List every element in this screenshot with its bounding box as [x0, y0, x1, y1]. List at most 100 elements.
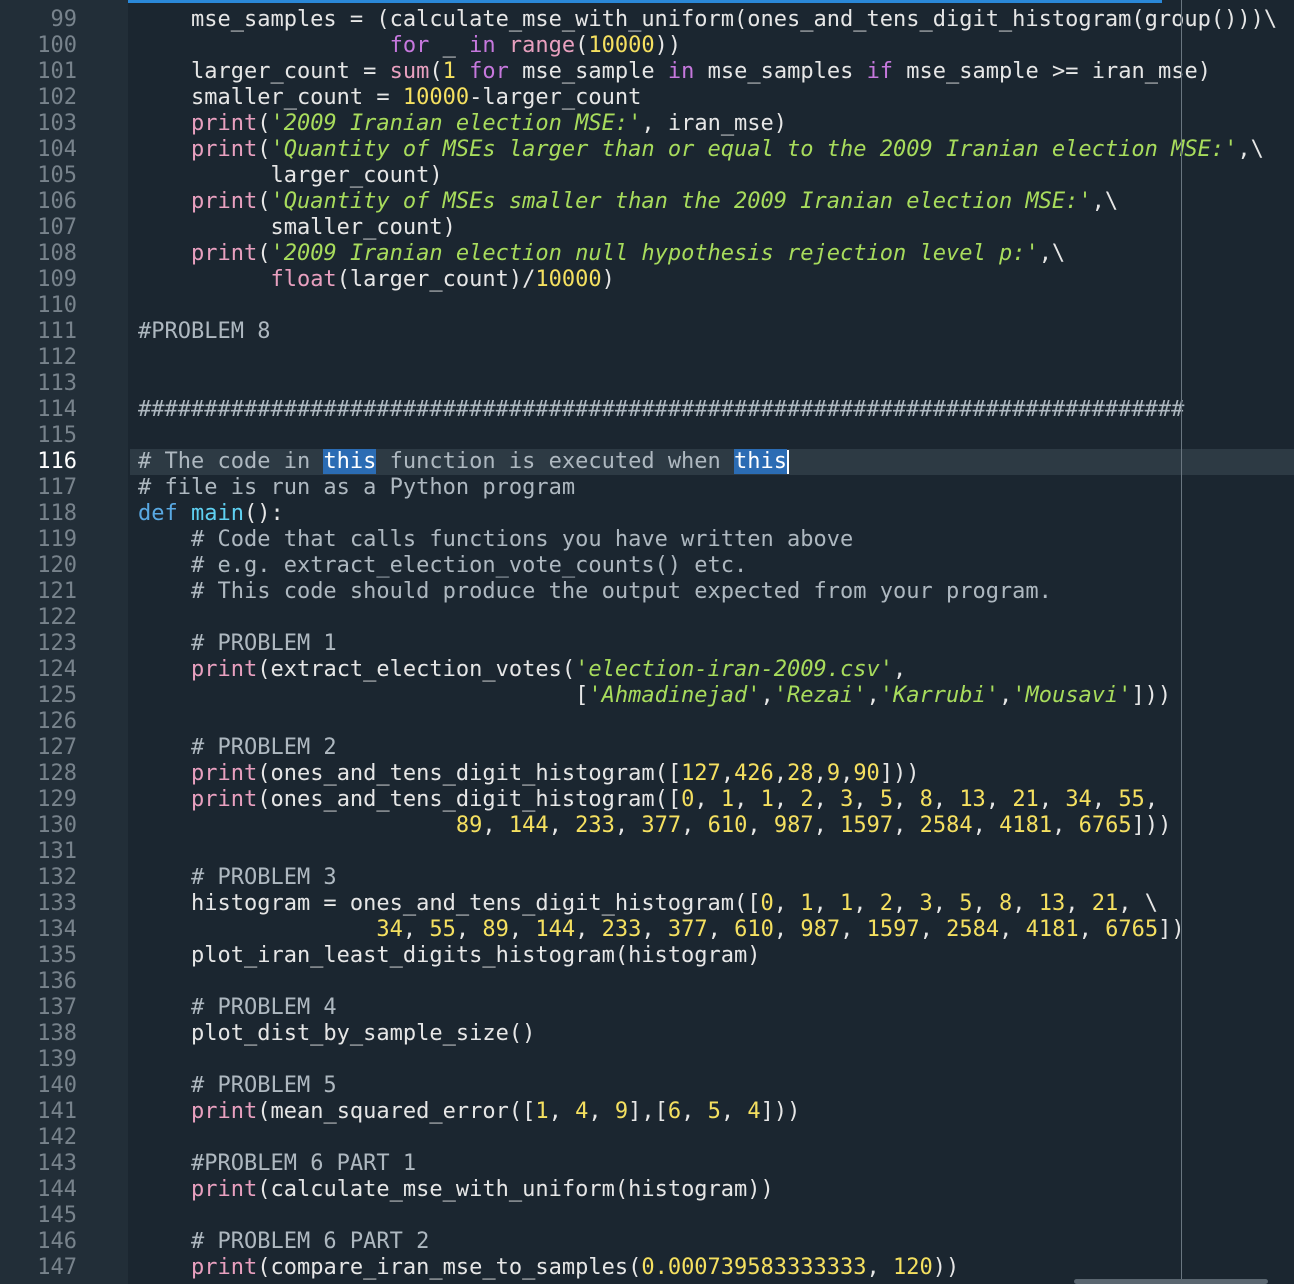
- code-line[interactable]: for _ in range(10000)): [138, 33, 681, 59]
- code-token: ,: [972, 813, 1000, 838]
- code-token: 987: [800, 917, 841, 942]
- code-line[interactable]: print(calculate_mse_with_uniform(histogr…: [138, 1177, 774, 1203]
- code-token: 987: [773, 813, 814, 838]
- code-line[interactable]: # e.g. extract_election_vote_counts() et…: [138, 553, 747, 579]
- code-line[interactable]: print('2009 Iranian election null hypoth…: [138, 241, 1065, 267]
- code-token: ,: [1065, 891, 1092, 916]
- code-line[interactable]: float(larger_count)/10000): [138, 267, 614, 293]
- code-line[interactable]: smaller_count): [138, 215, 455, 241]
- code-line[interactable]: 34, 55, 89, 144, 233, 377, 610, 987, 159…: [138, 917, 1184, 943]
- code-token: ,: [1078, 917, 1106, 942]
- code-line[interactable]: print('Quantity of MSEs smaller than the…: [138, 189, 1118, 215]
- code-area[interactable]: mse_samples = (calculate_mse_with_unifor…: [130, 0, 1294, 1284]
- code-line[interactable]: plot_iran_least_digits_histogram(histogr…: [138, 943, 761, 969]
- code-line[interactable]: print(extract_election_votes('election-i…: [138, 657, 906, 683]
- code-token: sum: [389, 59, 430, 84]
- code-token: ,: [893, 891, 920, 916]
- line-number: 126: [37, 709, 77, 734]
- code-line[interactable]: print(compare_iran_mse_to_samples(0.0007…: [138, 1255, 959, 1281]
- code-line[interactable]: #PROBLEM 8: [138, 319, 270, 345]
- code-token: print: [190, 761, 258, 786]
- code-token: 120: [893, 1255, 933, 1280]
- text-cursor: [787, 450, 789, 474]
- code-line[interactable]: smaller_count = 10000-larger_count: [138, 85, 641, 111]
- horizontal-scrollbar[interactable]: [1074, 1279, 1268, 1284]
- code-token: def: [138, 501, 178, 526]
- line-number: 131: [37, 839, 77, 864]
- code-line[interactable]: # PROBLEM 3: [138, 865, 337, 891]
- code-token: (: [257, 137, 271, 162]
- code-token: ,: [1144, 787, 1159, 812]
- line-number: 141: [37, 1099, 77, 1124]
- code-token: (larger_count)/: [336, 267, 536, 292]
- code-token: ,: [773, 917, 801, 942]
- code-line[interactable]: print(mean_squared_error([1, 4, 9],[6, 5…: [138, 1099, 800, 1125]
- code-line[interactable]: # The code in this function is executed …: [138, 449, 788, 475]
- code-line[interactable]: print('Quantity of MSEs larger than or e…: [138, 137, 1264, 163]
- code-line[interactable]: def main():: [138, 501, 284, 527]
- code-line[interactable]: print(ones_and_tens_digit_histogram([0, …: [138, 787, 1158, 813]
- code-token: ,: [575, 917, 602, 942]
- code-token: 144: [535, 917, 576, 942]
- line-number: 135: [37, 943, 77, 968]
- code-token: # file is run as a Python program: [138, 475, 576, 500]
- code-token: ])): [1131, 683, 1172, 708]
- code-line[interactable]: #PROBLEM 6 PART 1: [138, 1151, 416, 1177]
- code-line[interactable]: # This code should produce the output ex…: [138, 579, 1052, 605]
- code-token: 377: [641, 813, 682, 838]
- code-line[interactable]: ['Ahmadinejad','Rezai','Karrubi','Mousav…: [138, 683, 1171, 709]
- code-editor[interactable]: 99 100 101 102 103 104 105 106 107 108 109 110 111 11…: [0, 0, 1294, 1284]
- code-token: ,: [773, 891, 801, 916]
- code-line[interactable]: larger_count): [138, 163, 442, 189]
- line-number: 137: [37, 995, 77, 1020]
- code-token: 1: [760, 787, 774, 812]
- selection-match: this: [323, 449, 377, 474]
- code-line[interactable]: print('2009 Iranian election MSE:', iran…: [138, 111, 787, 137]
- code-line[interactable]: # PROBLEM 6 PART 2: [138, 1229, 429, 1255]
- code-token: # The code in: [138, 449, 324, 474]
- code-line[interactable]: plot_dist_by_sample_size(): [138, 1021, 535, 1047]
- code-line[interactable]: # PROBLEM 2: [138, 735, 337, 761]
- code-line[interactable]: # PROBLEM 1: [138, 631, 337, 657]
- code-token: 1: [800, 891, 814, 916]
- line-number: 117: [37, 475, 77, 500]
- code-token: 426: [734, 761, 774, 786]
- code-token: smaller_count =: [138, 85, 403, 110]
- code-token: (ones_and_tens_digit_histogram([: [257, 787, 682, 812]
- line-number: 143: [37, 1151, 77, 1176]
- code-line[interactable]: # PROBLEM 5: [138, 1073, 337, 1099]
- code-token: 'Ahmadinejad': [588, 683, 761, 708]
- code-token: 55: [1118, 787, 1145, 812]
- code-line[interactable]: mse_samples = (calculate_mse_with_unifor…: [138, 7, 1277, 33]
- line-number: 119: [37, 527, 77, 552]
- code-token: ,: [641, 917, 668, 942]
- code-line[interactable]: histogram = ones_and_tens_digit_histogra…: [138, 891, 1158, 917]
- line-number: 129: [37, 787, 77, 812]
- code-token: ,: [1012, 891, 1039, 916]
- code-token: print: [190, 657, 258, 682]
- code-token: ,\: [1091, 189, 1119, 214]
- code-line[interactable]: print(ones_and_tens_digit_histogram([127…: [138, 761, 920, 787]
- code-token: 3: [840, 787, 854, 812]
- code-line[interactable]: # file is run as a Python program: [138, 475, 575, 501]
- code-line[interactable]: ########################################…: [138, 397, 1184, 423]
- code-token: 144: [508, 813, 549, 838]
- line-number: 132: [37, 865, 77, 890]
- code-line[interactable]: # PROBLEM 4: [138, 995, 337, 1021]
- code-token: print: [190, 189, 258, 214]
- line-number: 140: [37, 1073, 77, 1098]
- code-token: ])): [879, 761, 920, 786]
- code-token: (: [257, 241, 271, 266]
- line-number: 125: [37, 683, 77, 708]
- code-line[interactable]: # Code that calls functions you have wri…: [138, 527, 853, 553]
- code-token: mse_samples = (calculate_mse_with_unifor…: [138, 7, 1278, 32]
- code-line[interactable]: 89, 144, 233, 377, 610, 987, 1597, 2584,…: [138, 813, 1171, 839]
- line-number: 145: [37, 1203, 77, 1228]
- code-token: ,: [402, 917, 430, 942]
- code-line[interactable]: larger_count = sum(1 for mse_sample in m…: [138, 59, 1211, 85]
- code-token: ,: [1052, 813, 1079, 838]
